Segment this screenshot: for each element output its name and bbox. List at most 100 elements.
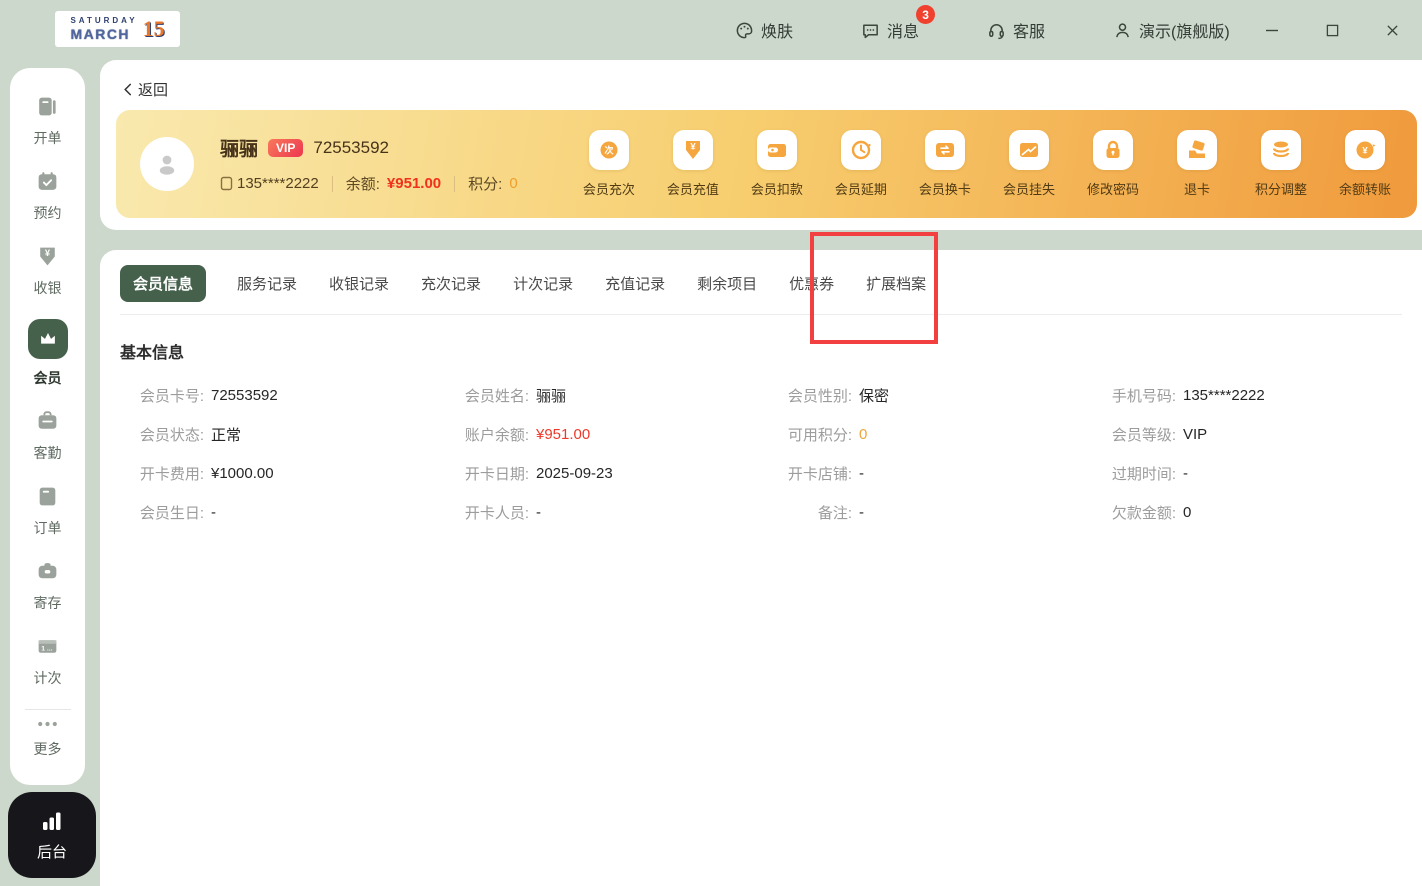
backend-button[interactable]: 后台 — [8, 792, 96, 878]
sidebar-item-billing[interactable]: 开单 — [34, 94, 62, 148]
field-value: 正常 — [211, 427, 242, 444]
logo-number: 15 — [142, 16, 165, 41]
tab-count-records[interactable]: 计次记录 — [512, 265, 574, 302]
sidebar-item-label: 订单 — [33, 520, 62, 536]
svg-text:1 ...: 1 ... — [41, 646, 52, 653]
briefcase-icon — [38, 411, 57, 429]
separator — [331, 175, 333, 192]
member-stats-row: 135****2222 余额: ¥951.00 积分: 0 — [220, 173, 518, 194]
close-icon — [1386, 24, 1398, 36]
tab-times-recharge-records[interactable]: 充次记录 — [420, 265, 482, 302]
tab-cashier-records[interactable]: 收银记录 — [328, 265, 390, 302]
sidebar-item-orders[interactable]: 订单 — [34, 484, 62, 538]
account-label: 演示(旗舰版) — [1139, 24, 1230, 41]
sidebar-item-appointments[interactable]: 预约 — [34, 169, 62, 223]
headset-icon — [989, 23, 1004, 39]
sidebar-item-members[interactable]: 会员 — [27, 319, 68, 388]
messages-menu-item[interactable]: 消息 3 — [861, 5, 936, 42]
minimize-button[interactable] — [1242, 0, 1302, 60]
sidebar-item-storage[interactable]: 寄存 — [34, 559, 62, 613]
action-recharge-times[interactable]: 次 会员充次 — [583, 130, 635, 198]
app-header: SATURDAY MARCH 15 焕肤 消息 3 客服 演示(旗舰版) — [0, 0, 1422, 60]
messages-menu-label: 消息 — [887, 24, 920, 41]
member-card-number: 72553592 — [313, 137, 389, 157]
basic-info-grid: 会员卡号: 72553592 会员姓名: 骊骊 会员性别: 保密 手机号码: 1… — [120, 376, 1422, 532]
action-label: 修改密码 — [1086, 182, 1139, 197]
transfer-yen-icon: ¥ — [1356, 141, 1376, 159]
close-button[interactable] — [1362, 0, 1422, 60]
active-item-background — [27, 319, 68, 359]
tab-remaining-items[interactable]: 剩余项目 — [696, 265, 758, 302]
order-pad-icon — [39, 97, 56, 116]
action-icon-box: ¥ — [672, 130, 713, 170]
basic-info-title: 基本信息 — [120, 345, 185, 362]
tab-member-info[interactable]: 会员信息 — [120, 265, 207, 302]
points-label: 积分: — [468, 176, 503, 193]
account-menu-item[interactable]: 演示(旗舰版) — [1113, 18, 1230, 42]
action-swap-card[interactable]: 会员换卡 — [919, 130, 971, 198]
member-header-panel: 返回 骊骊 VIP 72553592 135****2222 余额: ¥951.… — [100, 60, 1422, 230]
recharge-times-icon: 次 — [600, 141, 618, 159]
action-adjust-points[interactable]: 积分调整 — [1255, 130, 1307, 198]
action-label: 会员挂失 — [1002, 182, 1055, 197]
action-icon-box: 次 — [588, 130, 629, 170]
sidebar-item-more[interactable]: 更多 — [34, 718, 62, 759]
sidebar-item-cashier[interactable]: ¥ 收银 — [34, 244, 62, 298]
highlight-box-extended-archive — [810, 232, 938, 344]
field-label: 会员性别: — [787, 388, 852, 405]
field-label: 会员姓名: — [464, 388, 529, 405]
sidebar-item-label: 更多 — [33, 741, 62, 757]
member-detail-panel: 会员信息 服务记录 收银记录 充次记录 计次记录 充值记录 剩余项目 优惠券 扩… — [100, 250, 1422, 886]
sidebar-item-label: 预约 — [33, 205, 62, 221]
action-report-loss[interactable]: 会员挂失 — [1003, 130, 1055, 198]
customer-service-menu-item[interactable]: 客服 — [987, 18, 1045, 42]
sidebar-item-label: 收银 — [33, 280, 62, 296]
action-label: 会员充值 — [666, 182, 719, 197]
field-value: - — [536, 504, 541, 521]
action-label: 会员充次 — [582, 182, 635, 197]
field-value: 保密 — [859, 388, 890, 405]
field-value: 骊骊 — [536, 388, 567, 405]
field-value: VIP — [1183, 426, 1208, 443]
action-icon-box — [756, 130, 797, 170]
logo-line2: MARCH — [70, 26, 131, 42]
action-deduct[interactable]: 会员扣款 — [751, 130, 803, 198]
yen-deposit-icon: ¥ — [685, 141, 700, 159]
action-transfer-balance[interactable]: ¥ 余额转账 — [1339, 130, 1391, 198]
tab-recharge-records[interactable]: 充值记录 — [604, 265, 666, 302]
skin-menu-item[interactable]: 焕肤 — [735, 18, 793, 42]
points-value: 0 — [509, 175, 518, 192]
field-value: 2025-09-23 — [536, 465, 613, 482]
lock-icon — [1106, 140, 1120, 158]
field-label: 开卡日期: — [464, 466, 529, 483]
action-recharge-balance[interactable]: ¥ 会员充值 — [667, 130, 719, 198]
sidebar-item-customer-care[interactable]: 客勤 — [34, 409, 62, 463]
svg-text:¥: ¥ — [45, 248, 51, 258]
field-available-points: 可用积分: 0 — [768, 415, 1092, 454]
sidebar: 开单 预约 ¥ 收银 会员 客勤 订单 寄存 1 ... 计次 更多 — [10, 68, 85, 785]
field-open-store: 开卡店铺: - — [768, 454, 1092, 493]
clock-icon — [851, 140, 871, 160]
minimize-icon — [1266, 29, 1278, 32]
action-icon-box: ¥ — [1344, 130, 1385, 170]
tab-service-records[interactable]: 服务记录 — [236, 265, 298, 302]
user-icon — [1116, 22, 1129, 37]
detail-tabs: 会员信息 服务记录 收银记录 充次记录 计次记录 充值记录 剩余项目 优惠券 扩… — [100, 250, 1422, 302]
field-card-number: 会员卡号: 72553592 — [120, 376, 445, 415]
top-navigation: 焕肤 消息 3 客服 演示(旗舰版) — [735, 0, 1230, 60]
sidebar-item-counting-card[interactable]: 1 ... 计次 — [34, 634, 62, 688]
field-card-fee: 开卡费用: ¥1000.00 — [120, 454, 445, 493]
logo-text: SATURDAY MARCH — [70, 17, 137, 42]
field-value: 135****2222 — [1183, 387, 1265, 404]
app-logo: SATURDAY MARCH 15 — [55, 11, 180, 47]
action-return-card[interactable]: 退卡 — [1171, 130, 1223, 198]
maximize-button[interactable] — [1302, 0, 1362, 60]
action-label: 退卡 — [1183, 182, 1210, 197]
chevron-left-icon — [124, 83, 132, 96]
balance-label: 余额: — [345, 176, 380, 193]
field-member-level: 会员等级: VIP — [1092, 415, 1422, 454]
action-change-password[interactable]: 修改密码 — [1087, 130, 1139, 198]
sidebar-item-label: 开单 — [33, 130, 62, 146]
back-button[interactable]: 返回 — [122, 79, 168, 100]
action-extend-validity[interactable]: 会员延期 — [835, 130, 887, 198]
